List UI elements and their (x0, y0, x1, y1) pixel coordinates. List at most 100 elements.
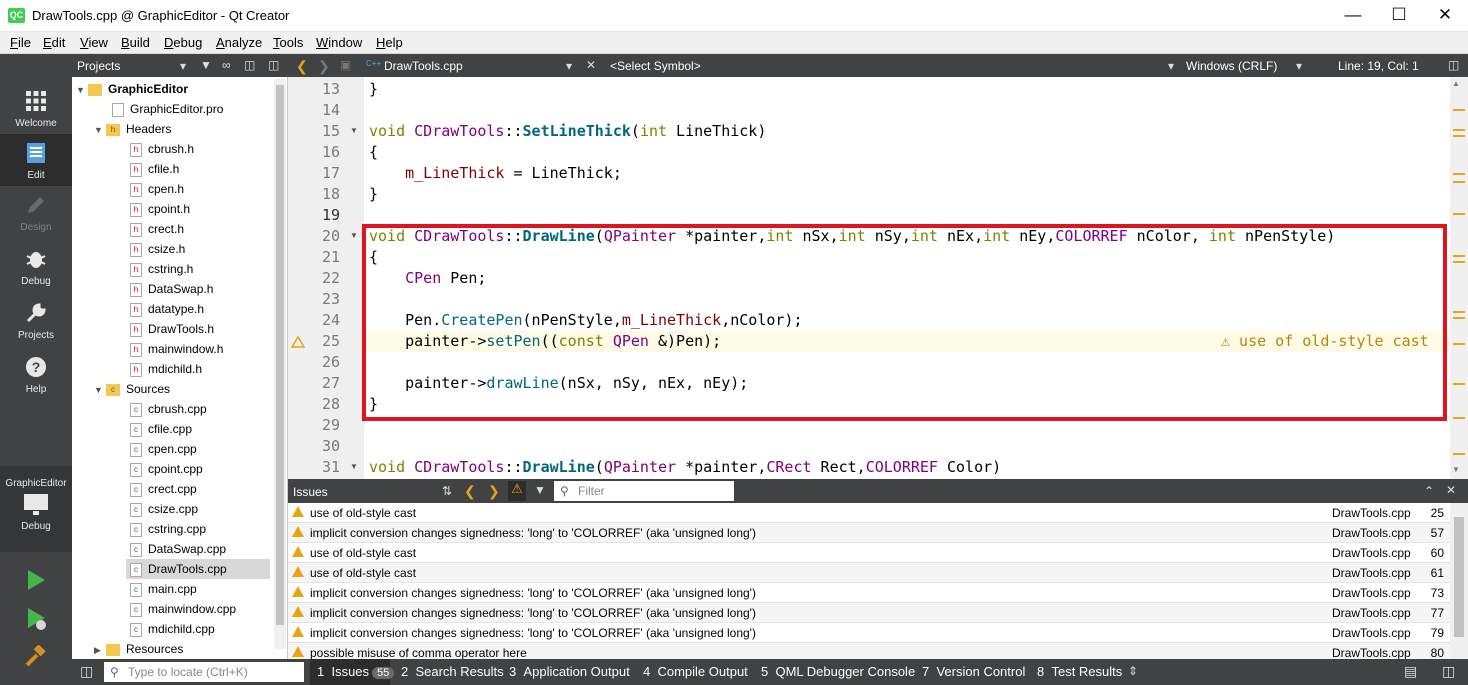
menu-view[interactable]: View (80, 35, 108, 50)
mode-edit[interactable]: Edit (0, 134, 72, 186)
tree-file-item[interactable]: h datatype.h (130, 299, 204, 319)
debug-run-icon[interactable] (25, 607, 47, 631)
issue-row[interactable]: possible misuse of comma operator here Dr… (288, 643, 1450, 659)
mode-help[interactable]: ? Help (0, 348, 72, 400)
filter-icon[interactable]: ▼ (200, 58, 212, 72)
line-ending-selector[interactable]: Windows (CRLF) (1186, 59, 1277, 73)
tree-file-item[interactable]: h mainwindow.h (130, 339, 223, 359)
menu-help[interactable]: Help (376, 35, 403, 50)
chevron-right-icon[interactable]: ▶ (94, 640, 106, 659)
tree-file-item[interactable]: c cfile.cpp (130, 419, 192, 439)
scroll-down-icon[interactable]: ▼ (1452, 465, 1460, 474)
previous-item-icon[interactable]: ❮ (464, 483, 476, 500)
issue-row[interactable]: implicit conversion changes signedness: … (288, 603, 1450, 623)
menu-analyze[interactable]: Analyze (216, 35, 262, 50)
toggle-output-pane-icon[interactable]: ▤ (1404, 663, 1417, 680)
locator-input[interactable]: ⚲ Type to locate (Ctrl+K) (104, 662, 304, 682)
scrollbar-thumb[interactable] (276, 85, 284, 625)
tree-scrollbar[interactable] (274, 79, 286, 649)
tab-application-output[interactable]: 3 Application Output (509, 664, 630, 679)
kit-selector[interactable]: GraphicEditor Debug (0, 466, 72, 552)
toggle-right-sidebar-icon[interactable]: ◫ (1442, 663, 1455, 680)
tree-file-item[interactable]: h cpen.h (130, 179, 184, 199)
tab-issues[interactable]: 1 Issues 55 (317, 664, 395, 679)
issues-scrollbar[interactable] (1450, 503, 1468, 659)
tree-file-item[interactable]: h cbrush.h (130, 139, 194, 159)
tree-file-item[interactable]: c csize.cpp (130, 499, 198, 519)
tree-folder-sources[interactable]: ▼ c Sources (94, 379, 170, 399)
build-hammer-icon[interactable] (25, 645, 47, 667)
scrollbar-thumb[interactable] (1454, 517, 1464, 637)
chevron-down-icon[interactable]: ▾ (180, 59, 186, 73)
mode-design[interactable]: Design (0, 186, 72, 238)
issues-filter-input[interactable]: ⚲ Filter (554, 481, 734, 501)
issue-row[interactable]: use of old-style cast DrawTools.cpp 25 (288, 503, 1450, 523)
tree-file-item[interactable]: h cstring.h (130, 259, 193, 279)
menu-edit[interactable]: Edit (43, 35, 65, 50)
editor-scrollbar[interactable]: ▲ ▼ (1450, 77, 1468, 479)
tree-file-item[interactable]: c main.cpp (130, 579, 197, 599)
tree-file-item[interactable]: h mdichild.h (130, 359, 202, 379)
chevron-down-icon[interactable]: ▾ (1296, 59, 1302, 73)
tree-file-item[interactable]: h cpoint.h (130, 199, 190, 219)
tab-test-results[interactable]: 8 Test Results (1037, 664, 1122, 679)
maximize-pane-icon[interactable]: ⌃ (1424, 484, 1434, 498)
menu-tools[interactable]: Tools (273, 35, 303, 50)
maximize-button[interactable]: ☐ (1376, 0, 1422, 32)
sort-icon[interactable]: ⇅ (442, 484, 452, 498)
close-document-icon[interactable]: ✕ (586, 58, 596, 72)
next-item-icon[interactable]: ❯ (488, 483, 500, 500)
tab-search-results[interactable]: 2 Search Results (401, 664, 504, 679)
tree-file-item[interactable]: c cpoint.cpp (130, 459, 203, 479)
tree-file-item[interactable]: h csize.h (130, 239, 185, 259)
tree-file-item[interactable]: h cfile.h (130, 159, 179, 179)
tab-version-control[interactable]: 7 Version Control (922, 664, 1025, 679)
tree-file-item[interactable]: c cpen.cpp (130, 439, 197, 459)
menu-file[interactable]: File (10, 35, 31, 50)
open-file-name[interactable]: DrawTools.cpp (384, 59, 463, 73)
mode-debug[interactable]: Debug (0, 240, 72, 292)
tree-file-item[interactable]: c crect.cpp (130, 479, 197, 499)
chevron-down-icon[interactable]: ▼ (76, 80, 88, 100)
menu-debug[interactable]: Debug (164, 35, 202, 50)
tree-folder-headers[interactable]: ▼ h Headers (94, 119, 171, 139)
tree-file-item[interactable]: c cstring.cpp (130, 519, 206, 539)
close-pane-icon[interactable]: ✕ (1446, 483, 1456, 497)
warnings-filter-icon[interactable]: ⚠ (508, 481, 526, 501)
tree-file-item[interactable]: h DataSwap.h (130, 279, 213, 299)
tree-file-item[interactable]: c DrawTools.cpp (130, 559, 227, 579)
issue-row[interactable]: implicit conversion changes signedness: … (288, 623, 1450, 643)
mode-projects[interactable]: Projects (0, 294, 72, 346)
filter-icon[interactable]: ▼ (534, 483, 546, 497)
fold-marker-icon[interactable]: ▼ (350, 462, 358, 471)
mode-welcome[interactable]: Welcome (0, 82, 72, 134)
tree-folder-resources[interactable]: ▶ Resources (94, 639, 183, 659)
menu-window[interactable]: Window (316, 35, 362, 50)
link-icon[interactable]: ∞ (222, 58, 231, 72)
close-pane-icon[interactable]: ◫ (268, 58, 279, 72)
scroll-up-icon[interactable]: ▲ (1452, 79, 1460, 88)
tree-file-item[interactable]: c cbrush.cpp (130, 399, 207, 419)
issue-row[interactable]: use of old-style cast DrawTools.cpp 60 (288, 543, 1450, 563)
tree-file-item[interactable]: c DataSwap.cpp (130, 539, 226, 559)
split-icon[interactable]: ◫ (244, 58, 255, 72)
more-tabs-icon[interactable]: ⇕ (1128, 664, 1138, 678)
menu-build[interactable]: Build (121, 35, 150, 50)
chevron-down-icon[interactable]: ▼ (94, 120, 106, 140)
tree-file-item[interactable]: c mainwindow.cpp (130, 599, 236, 619)
chevron-down-icon[interactable]: ▾ (1168, 59, 1174, 73)
run-icon[interactable] (25, 569, 47, 591)
issue-row[interactable]: use of old-style cast DrawTools.cpp 61 (288, 563, 1450, 583)
tree-file-item[interactable]: h crect.h (130, 219, 184, 239)
issue-row[interactable]: implicit conversion changes signedness: … (288, 523, 1450, 543)
symbol-selector[interactable]: <Select Symbol> (610, 59, 701, 73)
cursor-position[interactable]: Line: 19, Col: 1 (1338, 59, 1419, 73)
toggle-sidebar-icon[interactable]: ◫ (80, 663, 93, 680)
issue-row[interactable]: implicit conversion changes signedness: … (288, 583, 1450, 603)
back-arrow-icon[interactable]: ❮ (296, 58, 308, 75)
tab-qml-debugger-console[interactable]: 5 QML Debugger Console (761, 664, 915, 679)
chevron-down-icon[interactable]: ▾ (566, 59, 572, 73)
split-editor-icon[interactable]: ◫ (1448, 58, 1459, 72)
forward-arrow-icon[interactable]: ❯ (318, 58, 330, 75)
tab-compile-output[interactable]: 4 Compile Output (643, 664, 748, 679)
